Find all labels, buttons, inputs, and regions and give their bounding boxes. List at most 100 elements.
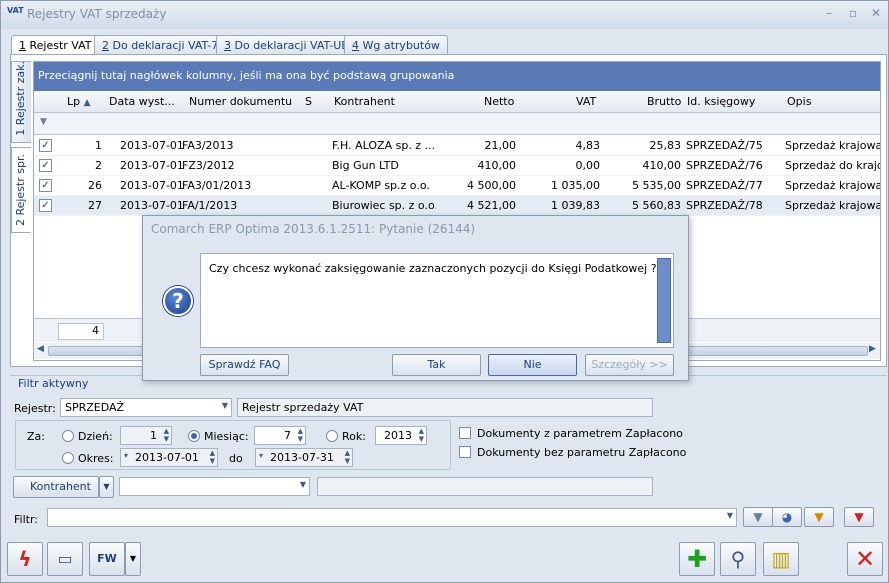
- close-icon: ✕: [854, 545, 876, 573]
- year-label: Rok:: [342, 430, 366, 443]
- post-button[interactable]: ϟ: [7, 542, 43, 576]
- table-row[interactable]: ✓ 27 2013-07-01 FA/1/2013 Biurowiec sp. …: [34, 196, 880, 216]
- filter-input[interactable]: ▼: [47, 508, 737, 527]
- row-checkbox[interactable]: ✓: [39, 199, 52, 212]
- table-row[interactable]: ✓ 2 2013-07-01 FZ3/2012 Big Gun LTD 410,…: [34, 156, 880, 176]
- row-checkbox[interactable]: ✓: [39, 179, 52, 192]
- cell-brutto: 5 560,83: [632, 199, 681, 212]
- col-header-contractor[interactable]: Kontrahent: [334, 95, 395, 108]
- question-icon: ?: [163, 286, 193, 316]
- side-tab-sales-register[interactable]: 2 Rejestr spr.: [11, 147, 31, 233]
- chevron-down-icon: ▼: [299, 480, 306, 489]
- cell-date: 2013-07-01: [120, 139, 184, 152]
- book-button[interactable]: ▭: [47, 542, 83, 576]
- filter-apply-icon: ◕: [781, 510, 793, 524]
- spinner-arrows-icon[interactable]: ▲ ▼: [345, 449, 350, 465]
- year-radio[interactable]: [326, 430, 338, 442]
- tab-label: Wg atrybutów: [359, 39, 440, 52]
- yes-button[interactable]: Tak: [392, 354, 481, 376]
- minimize-button[interactable]: –: [819, 5, 839, 21]
- tab-vat7[interactable]: 2 Do deklaracji VAT-7: [94, 35, 227, 55]
- dialog-title: Comarch ERP Optima 2013.6.1.2511: Pytani…: [151, 222, 476, 236]
- period-to-field[interactable]: ▾ 2013-07-31 ▲ ▼: [255, 448, 353, 467]
- register-select[interactable]: SPRZEDAŻ ▼: [60, 398, 232, 417]
- unpaid-checkbox[interactable]: [459, 446, 471, 458]
- filter-apply-button[interactable]: ◕: [772, 507, 802, 527]
- col-header-date[interactable]: Data wyst...: [109, 95, 175, 108]
- spinner-arrows-icon[interactable]: ▲ ▼: [298, 427, 303, 443]
- message-scrollbar[interactable]: [657, 258, 671, 343]
- cell-account-id: SPRZEDAŻ/78: [686, 199, 763, 212]
- filter-clear-button[interactable]: ▼: [844, 507, 874, 527]
- cell-lp: 27: [88, 199, 102, 212]
- filter-builder-button[interactable]: ▼: [804, 507, 834, 527]
- maximize-button[interactable]: ▫: [843, 5, 863, 21]
- cell-netto: 21,00: [484, 139, 517, 152]
- filter-row-icon: ▼: [40, 117, 47, 127]
- contractor-button[interactable]: Kontrahent: [13, 476, 99, 498]
- row-checkbox[interactable]: ✓: [39, 159, 52, 172]
- spinner-arrows-icon[interactable]: ▲ ▼: [210, 449, 215, 465]
- day-label: Dzień:: [78, 430, 113, 443]
- chevron-down-icon: ▼: [221, 401, 228, 410]
- row-checkbox[interactable]: ✓: [39, 139, 52, 152]
- scroll-right-icon[interactable]: ▶: [869, 344, 876, 354]
- fw-dropdown-button[interactable]: ▼: [125, 542, 141, 576]
- add-button[interactable]: ✚: [679, 542, 715, 576]
- table-row[interactable]: ✓ 26 2013-07-01 FA3/01/2013 AL-KOMP sp.z…: [34, 176, 880, 196]
- paid-checkbox[interactable]: [459, 427, 471, 439]
- year-spinner[interactable]: 2013 ▲ ▼: [375, 426, 427, 445]
- period-radio[interactable]: [62, 452, 74, 464]
- cell-account-id: SPRZEDAŻ/77: [686, 179, 763, 192]
- contractor-name-field: [317, 477, 653, 496]
- filter-label: Filtr:: [14, 513, 38, 526]
- close-button[interactable]: ✕: [847, 542, 883, 576]
- tab-rejestr-vat[interactable]: 1 Rejestr VAT: [11, 35, 100, 56]
- col-header-lp[interactable]: Lp ▲: [67, 95, 91, 108]
- contractor-dropdown-button[interactable]: ▼: [99, 476, 114, 498]
- register-name-field: Rejestr sprzedaży VAT: [237, 398, 653, 417]
- close-window-button[interactable]: ✕: [866, 5, 886, 21]
- table-row[interactable]: ✓ 1 2013-07-01 FA3/2013 F.H. ALOZA sp. z…: [34, 136, 880, 156]
- chevron-down-icon: ▾: [124, 451, 129, 460]
- day-spinner[interactable]: 1 ▲ ▼: [120, 426, 172, 445]
- faq-button[interactable]: Sprawdź FAQ: [200, 354, 289, 376]
- month-radio[interactable]: [188, 430, 200, 442]
- col-header-brutto[interactable]: Brutto: [647, 95, 681, 108]
- column-filter-row[interactable]: ▼: [34, 113, 880, 135]
- delete-button[interactable]: ▥: [763, 542, 799, 576]
- filter-funnel-button[interactable]: ▼: [743, 507, 773, 527]
- day-radio[interactable]: [62, 430, 74, 442]
- col-header-vat[interactable]: VAT: [576, 95, 596, 108]
- details-button[interactable]: Szczegóły >>: [585, 354, 674, 376]
- group-by-area[interactable]: Przeciągnij tutaj nagłówek kolumny, jeśl…: [34, 62, 880, 91]
- tab-attributes[interactable]: 4 Wg atrybutów: [344, 35, 448, 55]
- tab-hotkey: 4: [352, 39, 359, 52]
- unpaid-label: Dokumenty bez parametru Zapłacono: [477, 446, 687, 459]
- period-from-field[interactable]: ▾ 2013-07-01 ▲ ▼: [120, 448, 218, 467]
- no-button[interactable]: Nie: [488, 354, 577, 376]
- side-tab-label: 1 Rejestr zak.: [14, 61, 27, 136]
- col-header-netto[interactable]: Netto: [484, 95, 514, 108]
- side-tab-purchase-register[interactable]: 1 Rejestr zak.: [11, 61, 31, 143]
- fw-button[interactable]: FW: [89, 542, 125, 576]
- cell-date: 2013-07-01: [120, 199, 184, 212]
- tab-label: Do deklaracji VAT-7: [109, 39, 219, 52]
- cell-description: Sprzedaż do krajów: [785, 159, 880, 172]
- col-header-doc-number[interactable]: Numer dokumentu: [189, 95, 292, 108]
- tab-vat-ue[interactable]: 3 Do deklaracji VAT-UE: [216, 35, 357, 55]
- tab-label: Do deklaracji VAT-UE: [231, 39, 349, 52]
- cell-brutto: 410,00: [642, 159, 682, 172]
- col-header-label: Lp: [67, 95, 81, 108]
- spinner-arrows-icon[interactable]: ▲ ▼: [164, 427, 169, 443]
- col-header-account-id[interactable]: Id. księgowy: [687, 95, 755, 108]
- month-spinner[interactable]: 7 ▲ ▼: [254, 426, 306, 445]
- contractor-select[interactable]: ▼: [119, 477, 310, 496]
- col-header-description[interactable]: Opis: [787, 95, 811, 108]
- preview-button[interactable]: ⚲: [720, 542, 756, 576]
- scroll-left-icon[interactable]: ◀: [37, 344, 44, 354]
- spinner-arrows-icon[interactable]: ▲ ▼: [419, 427, 424, 443]
- side-tab-label: 2 Rejestr spr.: [14, 153, 27, 226]
- cell-vat: 1 035,00: [551, 179, 600, 192]
- col-header-s[interactable]: S: [305, 95, 312, 108]
